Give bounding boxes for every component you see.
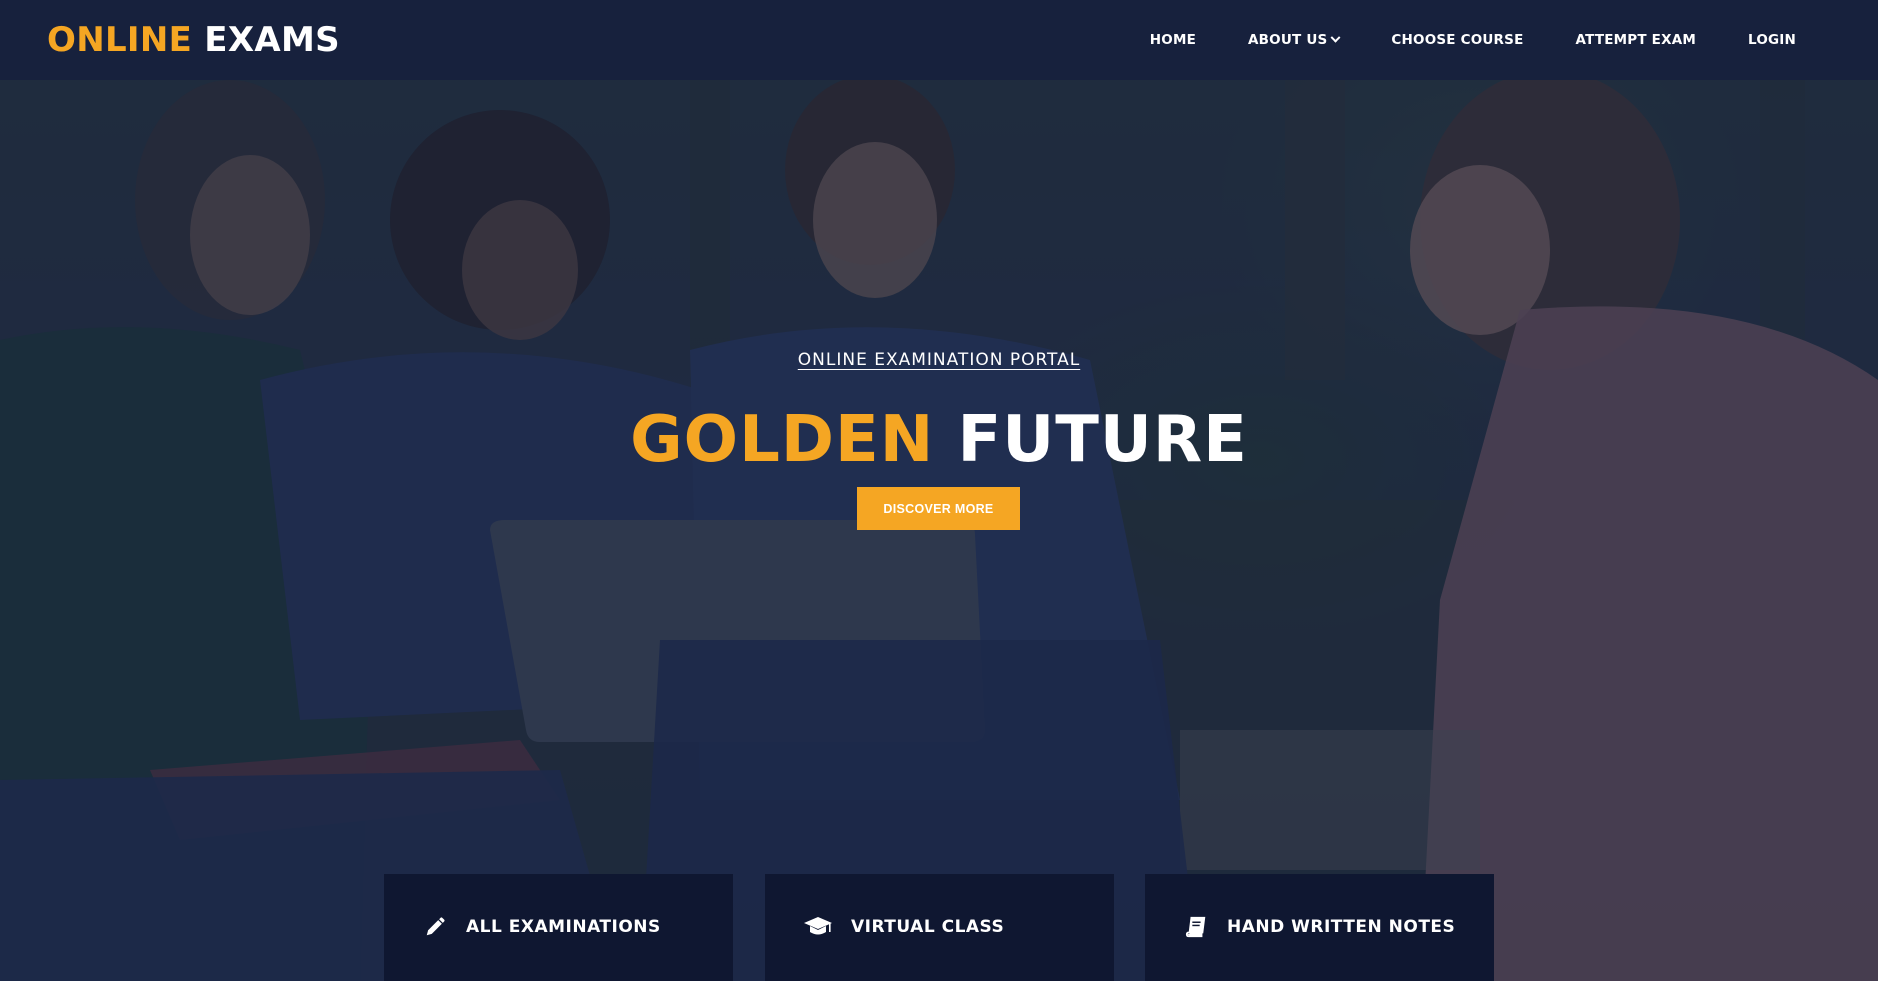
nav-about-us[interactable]: ABOUT US	[1222, 32, 1365, 48]
feature-card-virtual-class[interactable]: VIRTUAL CLASS	[765, 874, 1114, 981]
nav-attempt-exam[interactable]: ATTEMPT EXAM	[1550, 32, 1723, 48]
hero-headline: GOLDEN FUTURE	[0, 402, 1878, 478]
pencil-icon	[422, 914, 448, 940]
nav-about-us-label: ABOUT US	[1248, 32, 1328, 48]
discover-more-button[interactable]: DISCOVER MORE	[857, 487, 1020, 530]
nav-home[interactable]: HOME	[1124, 32, 1222, 48]
feature-card-all-examinations[interactable]: ALL EXAMINATIONS	[384, 874, 733, 981]
feature-label: VIRTUAL CLASS	[851, 917, 1005, 937]
logo-accent-word: ONLINE	[47, 20, 193, 60]
headline-plain-word: FUTURE	[957, 403, 1248, 477]
main-nav: HOME ABOUT US CHOOSE COURSE ATTEMPT EXAM…	[1124, 0, 1822, 80]
logo-plain-word: EXAMS	[204, 20, 340, 60]
hero-content: ONLINE EXAMINATION PORTAL GOLDEN FUTURE …	[0, 80, 1878, 981]
top-navbar: ONLINE EXAMS HOME ABOUT US CHOOSE COURSE…	[0, 0, 1878, 80]
hero-eyebrow: ONLINE EXAMINATION PORTAL	[797, 350, 1081, 370]
feature-label: HAND WRITTEN NOTES	[1227, 917, 1456, 937]
feature-cards: ALL EXAMINATIONS VIRTUAL CLASS HAND WRIT…	[0, 874, 1878, 981]
book-icon	[1183, 914, 1209, 940]
site-logo[interactable]: ONLINE EXAMS	[47, 19, 340, 61]
chevron-down-icon	[1330, 32, 1341, 43]
nav-choose-course[interactable]: CHOOSE COURSE	[1365, 32, 1549, 48]
headline-accent-word: GOLDEN	[630, 403, 935, 477]
graduation-cap-icon	[803, 914, 833, 940]
feature-card-hand-written-notes[interactable]: HAND WRITTEN NOTES	[1145, 874, 1494, 981]
nav-login[interactable]: LOGIN	[1722, 32, 1822, 48]
feature-label: ALL EXAMINATIONS	[466, 917, 661, 937]
hero-section: ONLINE EXAMINATION PORTAL GOLDEN FUTURE …	[0, 80, 1878, 981]
